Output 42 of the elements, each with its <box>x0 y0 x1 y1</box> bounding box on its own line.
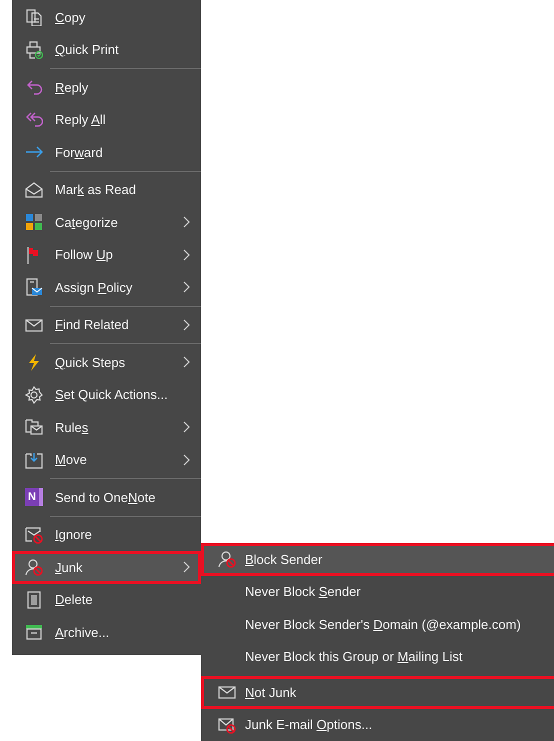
menu-item[interactable]: Set Quick Actions... <box>12 378 201 411</box>
menu-item[interactable]: Never Block Sender <box>201 576 554 608</box>
copy-icon <box>25 8 43 26</box>
folder-envelope-icon <box>25 418 43 436</box>
person-blocked-icon <box>25 558 43 576</box>
menu-item[interactable]: Junk <box>12 551 201 584</box>
move-icon <box>25 450 43 469</box>
menu-item[interactable]: Assign Policy <box>12 271 201 304</box>
menu-item[interactable]: Reply All <box>12 104 201 136</box>
person-blocked-icon <box>218 550 236 568</box>
menu-item[interactable]: Never Block Sender's Domain (@example.com) <box>201 608 554 640</box>
menu-item[interactable]: Quick Print <box>12 34 201 66</box>
menu-item[interactable]: Copy <box>12 1 201 34</box>
envelope-blocked-icon <box>25 526 43 544</box>
reply-all-icon <box>25 110 43 129</box>
reply-icon <box>25 78 43 96</box>
notebook-icon: N <box>25 488 43 506</box>
envelope-blocked-icon <box>218 716 236 734</box>
menu-item[interactable]: Mark as Read <box>12 174 201 206</box>
menu-item[interactable]: Reply <box>12 71 201 104</box>
color-squares-icon <box>25 213 43 232</box>
open-envelope-icon <box>25 180 43 199</box>
menu-item[interactable]: Follow Up <box>12 238 201 271</box>
document-envelope-icon <box>25 278 43 296</box>
trash-icon <box>25 590 43 609</box>
menu-item[interactable]: Block Sender <box>201 543 554 576</box>
menu-item[interactable]: Ignore <box>12 518 201 551</box>
menu-item[interactable]: Never Block this Group or Mailing List <box>201 640 554 673</box>
menu-item[interactable]: Quick Steps <box>12 346 201 378</box>
menu-item[interactable]: N Send to OneNote <box>12 481 201 514</box>
menu-item[interactable]: Categorize <box>12 206 201 238</box>
printer-icon <box>25 40 43 59</box>
menu-item[interactable]: Forward <box>12 136 201 168</box>
menu-item[interactable]: Find Related <box>12 308 201 341</box>
archive-icon <box>25 623 43 642</box>
menu-item[interactable]: Archive... <box>12 616 201 648</box>
menu-item[interactable]: Move <box>12 444 201 476</box>
gear-icon <box>25 386 43 404</box>
menu-item[interactable]: Not Junk <box>201 676 554 708</box>
menu-item[interactable]: Rules <box>12 411 201 444</box>
menu-item[interactable]: Delete <box>12 584 201 616</box>
menu-item[interactable]: Junk E-mail Options... <box>201 708 554 741</box>
